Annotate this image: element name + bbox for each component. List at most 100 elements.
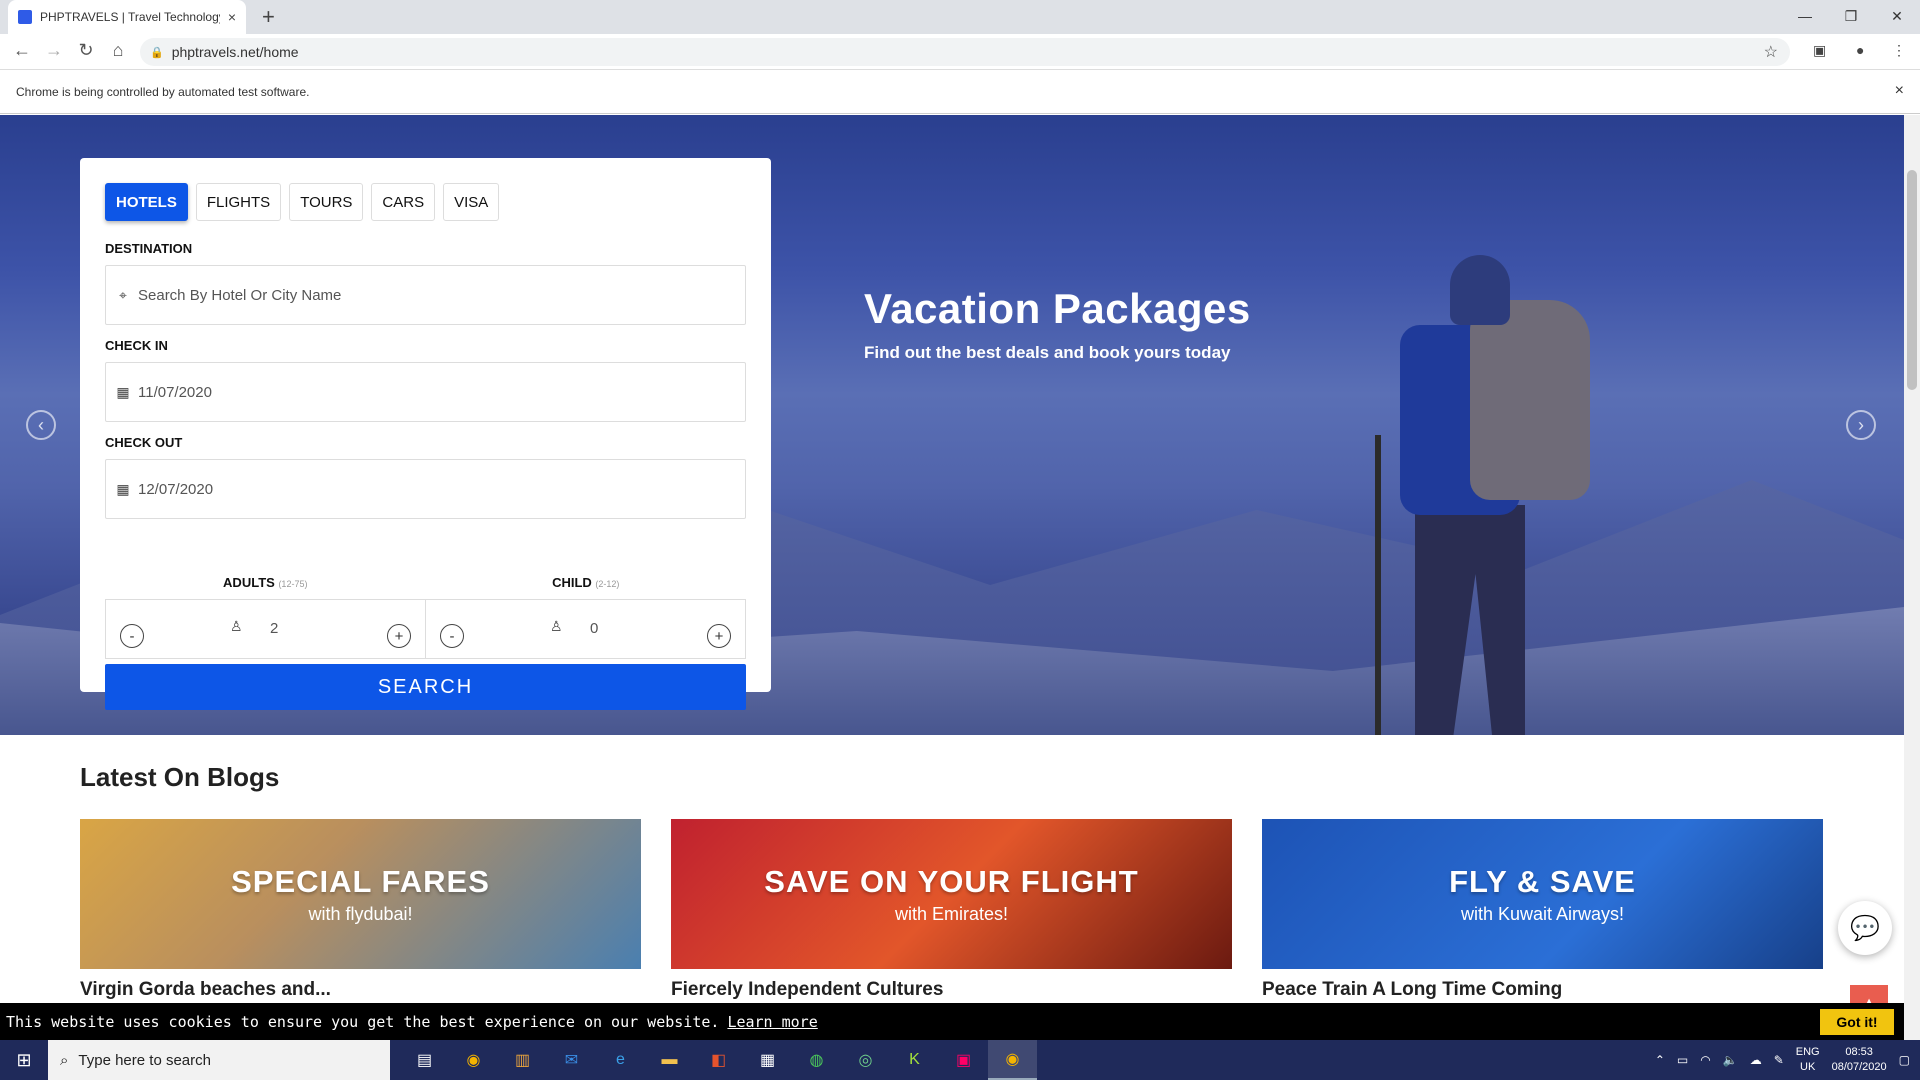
cookie-banner: This website uses cookies to ensure you … <box>0 1003 1904 1040</box>
blog-banner[interactable]: FLY & SAVE with Kuwait Airways! <box>1262 819 1823 969</box>
child-count[interactable]: 0 <box>590 620 598 637</box>
restore-button[interactable]: ❐ <box>1828 0 1874 32</box>
page-scrollbar[interactable] <box>1904 115 1920 1040</box>
automation-infobar: Chrome is being controlled by automated … <box>0 70 1920 114</box>
search-tabs: HOTELS FLIGHTS TOURS CARS VISA <box>105 183 500 221</box>
checkout-input[interactable]: ▦ 12/07/2020 <box>105 459 746 519</box>
search-form-card: HOTELS FLIGHTS TOURS CARS VISA DESTINATI… <box>80 158 771 710</box>
blog-title-link[interactable]: Fiercely Independent Cultures <box>671 979 1232 1001</box>
whatsapp-app-icon[interactable]: ◍ <box>792 1040 841 1080</box>
menu-kebab-icon[interactable]: ⋮ <box>1892 42 1906 59</box>
guest-labels: ADULTS (12-75) CHILD (2-12) <box>105 575 746 590</box>
tab-cars[interactable]: CARS <box>371 183 436 221</box>
back-arrow-icon[interactable]: ← <box>10 40 34 61</box>
favicon-icon <box>18 10 32 24</box>
intellij-app-icon[interactable]: ▣ <box>939 1040 988 1080</box>
blog-banner-subtitle: with Emirates! <box>894 903 1009 924</box>
cookie-text: This website uses cookies to ensure you … <box>6 1012 720 1031</box>
blog-card[interactable]: SAVE ON YOUR FLIGHT with Emirates! Fierc… <box>671 819 1232 1001</box>
blog-card[interactable]: FLY & SAVE with Kuwait Airways! Peace Tr… <box>1262 819 1823 1001</box>
os-taskbar: ⊞ ⌕ Type here to search ▤ ◉ ▥ ✉ e ▬ ◧ ▦ … <box>0 1040 1920 1080</box>
guest-steppers: - ♙ 2 + - ♙ 0 + <box>105 599 746 659</box>
office-app-icon[interactable]: ◧ <box>694 1040 743 1080</box>
file-explorer-icon[interactable]: ▬ <box>645 1040 694 1080</box>
scrollbar-thumb[interactable] <box>1907 170 1917 390</box>
hero-title: Vacation Packages <box>864 285 1251 332</box>
home-icon[interactable]: ⌂ <box>106 40 130 61</box>
edge-app-icon[interactable]: e <box>596 1040 645 1080</box>
minimize-button[interactable]: — <box>1782 0 1828 32</box>
location-pin-icon: ⌖ <box>119 286 127 303</box>
checkin-input[interactable]: ▦ 11/07/2020 <box>105 362 746 422</box>
adults-label: ADULTS (12-75) <box>223 575 308 590</box>
tray-chevron-icon[interactable]: ⌃ <box>1655 1053 1665 1067</box>
tab-hotels[interactable]: HOTELS <box>105 183 188 221</box>
forward-arrow-icon[interactable]: → <box>42 40 66 61</box>
task-view-icon[interactable]: ▤ <box>400 1040 449 1080</box>
blog-title-link[interactable]: Virgin Gorda beaches and... <box>80 979 641 1001</box>
blog-banner[interactable]: SAVE ON YOUR FLIGHT with Emirates! <box>671 819 1232 969</box>
adults-plus-button[interactable]: + <box>387 624 411 648</box>
blogs-heading: Latest On Blogs <box>80 762 280 792</box>
close-window-button[interactable]: ✕ <box>1874 0 1920 32</box>
person-icon: ♙ <box>230 618 243 634</box>
volume-icon[interactable]: 🔈 <box>1723 1053 1738 1067</box>
blog-banner-title: SPECIAL FARES <box>231 863 490 899</box>
browser-toolbar: ← → ↻ ⌂ 🔒 phptravels.net/home ☆ ▣ ● ⋮ <box>0 34 1920 70</box>
tab-flights[interactable]: FLIGHTS <box>195 183 282 221</box>
new-tab-button[interactable]: + <box>262 4 275 30</box>
blog-banner[interactable]: SPECIAL FARES with flydubai! <box>80 819 641 969</box>
profile-icon[interactable]: ● <box>1856 42 1864 58</box>
infobar-close-icon[interactable]: × <box>1895 82 1904 100</box>
chrome-active-app-icon[interactable]: ◉ <box>988 1040 1037 1080</box>
calendar-icon: ▦ <box>116 480 130 497</box>
battery-icon[interactable]: ▭ <box>1677 1053 1688 1067</box>
blog-card[interactable]: SPECIAL FARES with flydubai! Virgin Gord… <box>80 819 641 1001</box>
browser-tab[interactable]: PHPTRAVELS | Travel Technology × <box>8 0 246 34</box>
tab-tours[interactable]: TOURS <box>289 183 364 221</box>
learn-more-link[interactable]: Learn more <box>727 1013 817 1031</box>
child-minus-button[interactable]: - <box>440 624 464 648</box>
outlook-app-icon[interactable]: ✉ <box>547 1040 596 1080</box>
destination-input[interactable]: ⌖ Search By Hotel Or City Name <box>105 265 746 325</box>
search-button[interactable]: SEARCH <box>105 664 746 710</box>
address-bar[interactable]: 🔒 phptravels.net/home ☆ <box>140 38 1790 66</box>
carousel-prev-icon[interactable]: ‹ <box>26 410 56 440</box>
child-plus-button[interactable]: + <box>707 624 731 648</box>
adults-minus-button[interactable]: - <box>120 624 144 648</box>
automation-notice: Chrome is being controlled by automated … <box>16 84 310 99</box>
app-icon[interactable]: ▥ <box>498 1040 547 1080</box>
chrome-app-icon[interactable]: ◉ <box>449 1040 498 1080</box>
blog-banner-subtitle: with flydubai! <box>308 903 413 924</box>
windows-start-icon[interactable]: ⊞ <box>0 1040 48 1080</box>
blog-title-link[interactable]: Peace Train A Long Time Coming <box>1262 979 1823 1001</box>
taskbar-search-placeholder: Type here to search <box>78 1051 211 1069</box>
taskbar-search[interactable]: ⌕ Type here to search <box>48 1040 390 1080</box>
url-text: phptravels.net/home <box>171 44 299 60</box>
reload-icon[interactable]: ↻ <box>74 40 98 61</box>
kotlin-app-icon[interactable]: K <box>890 1040 939 1080</box>
cookie-accept-button[interactable]: Got it! <box>1820 1009 1894 1035</box>
wifi-icon[interactable]: ◠ <box>1700 1053 1710 1067</box>
chat-bubble-icon[interactable]: 💬 <box>1838 901 1892 955</box>
globe-app-icon[interactable]: ◎ <box>841 1040 890 1080</box>
pen-icon[interactable]: ✎ <box>1774 1053 1784 1067</box>
extension-icon[interactable]: ▣ <box>1813 42 1826 59</box>
tab-visa[interactable]: VISA <box>443 183 500 221</box>
language-indicator[interactable]: ENG UK <box>1796 1045 1820 1075</box>
bookmark-star-icon[interactable]: ☆ <box>1764 42 1778 62</box>
blog-banner-title: SAVE ON YOUR FLIGHT <box>764 863 1139 899</box>
tab-close-icon[interactable]: × <box>228 9 236 25</box>
clock[interactable]: 08:53 08/07/2020 <box>1832 1045 1887 1075</box>
carousel-next-icon[interactable]: › <box>1846 410 1876 440</box>
hiker-illustration <box>1320 255 1620 735</box>
person-icon: ♙ <box>550 618 563 634</box>
adults-count[interactable]: 2 <box>270 620 278 637</box>
calculator-app-icon[interactable]: ▦ <box>743 1040 792 1080</box>
notifications-icon[interactable]: ▢ <box>1899 1053 1910 1067</box>
cloud-icon[interactable]: ☁ <box>1750 1053 1762 1067</box>
tab-title: PHPTRAVELS | Travel Technology <box>40 10 220 24</box>
destination-placeholder: Search By Hotel Or City Name <box>138 286 342 304</box>
clock-date: 08/07/2020 <box>1831 1061 1887 1073</box>
hero-subtitle: Find out the best deals and book yours t… <box>864 343 1231 362</box>
